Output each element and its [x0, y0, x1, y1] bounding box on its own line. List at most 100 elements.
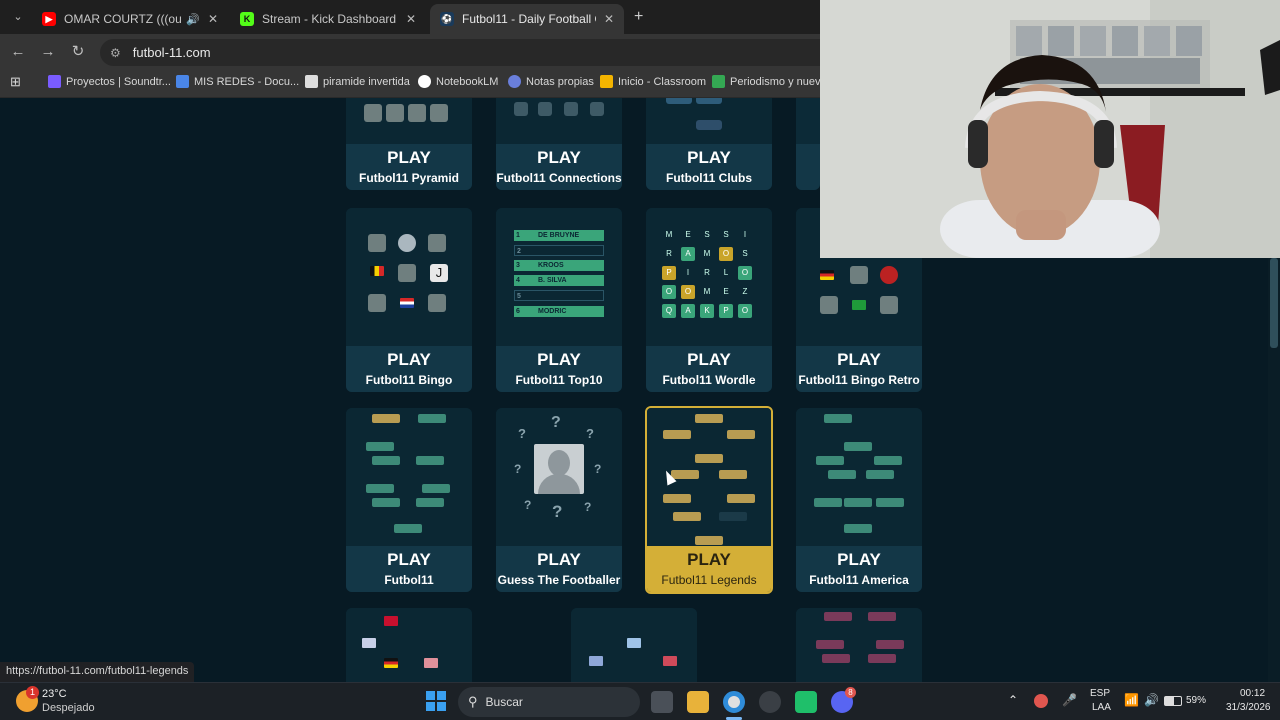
- bookmark-label: NotebookLM: [436, 75, 499, 88]
- close-tab-icon[interactable]: ✕: [406, 12, 416, 26]
- player-pill: [814, 498, 842, 507]
- obs-icon[interactable]: [759, 691, 781, 713]
- card-bingo[interactable]: J PLAY Futbol11 Bingo: [346, 208, 472, 392]
- card-thumbnail: [346, 98, 472, 144]
- bookmark-item[interactable]: Notas propias: [508, 75, 594, 88]
- card-row4-3[interactable]: [796, 608, 922, 682]
- card-top10[interactable]: 1 DE BRUYNE 2 3 KROOS 4 B. SILVA 5 6 MODRIC …: [496, 208, 622, 392]
- card-america[interactable]: PLAY Futbol11 America: [796, 408, 922, 592]
- player-pill: [695, 454, 723, 463]
- wordpress-icon: [508, 75, 521, 88]
- card-pyramid[interactable]: PLAY Futbol11 Pyramid: [346, 98, 472, 190]
- rank-number: 4: [516, 277, 520, 284]
- game-title: Futbol11 America: [809, 573, 909, 587]
- clock-time[interactable]: 00:12: [1240, 688, 1265, 699]
- back-icon[interactable]: ←: [8, 42, 28, 62]
- tab-kick[interactable]: K Stream - Kick Dashboard ✕: [230, 4, 426, 34]
- card-footer: PLAY Futbol11 America: [796, 546, 922, 592]
- england-flag-icon: [362, 638, 376, 648]
- rank-number: 3: [516, 262, 520, 269]
- game-title: Futbol11 Clubs: [665, 171, 752, 185]
- apps-grid-icon[interactable]: ⊞: [10, 74, 21, 90]
- player-pill: [416, 456, 444, 465]
- task-view-icon[interactable]: [651, 691, 673, 713]
- tray-chevron-icon[interactable]: ⌃: [1008, 693, 1018, 707]
- rank-number: 1: [516, 232, 520, 239]
- bookmark-item[interactable]: piramide invertida: [305, 75, 410, 88]
- tab-search-chevron-icon[interactable]: ⌄: [8, 7, 28, 27]
- bookmark-item[interactable]: Inicio - Classroom: [600, 75, 706, 88]
- game-title: Futbol11 Wordle: [662, 373, 756, 387]
- player-pill: [372, 456, 400, 465]
- card-row4-1[interactable]: [346, 608, 472, 682]
- keyboard-layout[interactable]: LAA: [1092, 702, 1111, 713]
- bookmark-item[interactable]: MIS REDES - Docu...: [176, 75, 299, 88]
- microphone-icon[interactable]: 🎤: [1062, 693, 1077, 707]
- volume-icon[interactable]: 🔊: [1144, 693, 1159, 707]
- question-mark: ?: [594, 462, 602, 476]
- weather-temperature: 23°C: [42, 688, 67, 700]
- card-footer: [796, 144, 820, 190]
- player-photo: [398, 264, 416, 282]
- player-pill: [868, 654, 896, 663]
- close-tab-icon[interactable]: ✕: [604, 12, 614, 26]
- reload-icon[interactable]: ↻: [68, 42, 88, 62]
- wordle-cell: I: [743, 230, 747, 239]
- question-mark: ?: [552, 502, 563, 521]
- player-pill: [876, 498, 904, 507]
- tab-title: Stream - Kick Dashboard: [262, 12, 397, 26]
- windows-start-icon[interactable]: [426, 691, 446, 711]
- game-title: Futbol11 Bingo Retro: [798, 373, 920, 387]
- chrome-icon[interactable]: [723, 691, 745, 713]
- site-info-icon[interactable]: ⚙: [110, 46, 121, 60]
- taskbar-search-box[interactable]: ⚲ Buscar: [458, 687, 640, 717]
- tab-title: OMAR COURTZ (((ousi))) - F: [64, 12, 182, 26]
- rank-number: 6: [516, 308, 520, 315]
- player-pill: [727, 494, 755, 503]
- battery-icon[interactable]: [1164, 696, 1182, 706]
- top10-row: 4 B. SILVA: [514, 275, 604, 286]
- germany-flag-icon: [384, 658, 398, 668]
- speaker-icon[interactable]: 🔊: [186, 13, 200, 26]
- card-legends[interactable]: PLAY Futbol11 Legends: [645, 406, 773, 594]
- clock-date[interactable]: 31/3/2026: [1226, 702, 1271, 713]
- bookmark-item[interactable]: Proyectos | Soundtr...: [48, 75, 171, 88]
- network-status-icon[interactable]: [1034, 694, 1048, 708]
- card-footer: PLAY Futbol11 Legends: [647, 546, 771, 592]
- wordle-cell: S: [723, 230, 729, 239]
- play-label: PLAY: [387, 550, 431, 569]
- player-pill: [416, 498, 444, 507]
- new-tab-button[interactable]: +: [634, 8, 643, 26]
- rank-number: 5: [517, 293, 521, 300]
- tab-futbol11[interactable]: ⚽ Futbol11 - Daily Football Game ✕: [430, 4, 624, 34]
- club-badge: [696, 120, 722, 130]
- wifi-icon[interactable]: 📶: [1124, 693, 1139, 707]
- classroom-icon: [600, 75, 613, 88]
- wordle-cell: L: [723, 268, 729, 277]
- card-row4-2[interactable]: [571, 608, 697, 682]
- bookmark-item[interactable]: Periodismo y nueva...: [712, 75, 836, 88]
- player-pill: [874, 456, 902, 465]
- player-photo: [428, 294, 446, 312]
- card-partial[interactable]: [796, 98, 820, 190]
- player-pill: [868, 612, 896, 621]
- card-connections[interactable]: PLAY Futbol11 Connections: [496, 98, 622, 190]
- card-futbol11[interactable]: PLAY Futbol11: [346, 408, 472, 592]
- forward-icon[interactable]: →: [38, 42, 58, 62]
- card-clubs[interactable]: PLAY Futbol11 Clubs: [646, 98, 772, 190]
- tab-youtube[interactable]: ▶ OMAR COURTZ (((ousi))) - F 🔊 ✕: [32, 4, 228, 34]
- close-tab-icon[interactable]: ✕: [208, 12, 218, 26]
- bookmark-item[interactable]: NotebookLM: [418, 75, 498, 88]
- club-badge: [696, 98, 722, 104]
- top10-row: 5: [514, 290, 604, 301]
- card-guess-footballer[interactable]: ? ? ? ? ? ? ? ? PLAY Guess The Footballe…: [496, 408, 622, 592]
- bookmark-label: Inicio - Classroom: [618, 75, 707, 88]
- card-wordle[interactable]: MESSIRAMOSPIRLOOOMEZQAKPO PLAY Futbol11 …: [646, 208, 772, 392]
- file-explorer-icon[interactable]: [687, 691, 709, 713]
- language-code[interactable]: ESP: [1090, 688, 1110, 699]
- game-title: Futbol11 Top10: [515, 373, 603, 387]
- scrollbar-thumb[interactable]: [1270, 258, 1278, 348]
- card-thumbnail: MESSIRAMOSPIRLOOOMEZQAKPO: [646, 208, 772, 346]
- play-label: PLAY: [837, 350, 881, 369]
- app-icon[interactable]: [795, 691, 817, 713]
